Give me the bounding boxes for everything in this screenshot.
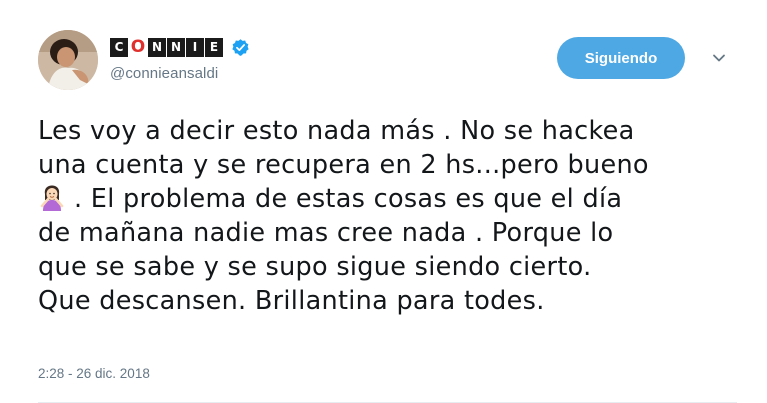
tweet-text-line: una cuenta y se recupera en 2 hs...pero … [38, 150, 649, 180]
name-letter: O [129, 36, 147, 57]
name-letter: E [205, 37, 223, 57]
tweet-timestamp[interactable]: 2:28 - 26 dic. 2018 [38, 366, 150, 381]
author-name-block: C O N N I E @connieansaldi [110, 36, 250, 82]
tweet-text-line: . El problema de estas cosas es que el d… [38, 182, 738, 216]
tweet-text-line: que se sabe y se supo sigue siendo ciert… [38, 252, 592, 282]
name-letter: I [186, 37, 204, 57]
display-name[interactable]: C O N N I E [110, 36, 250, 58]
chevron-down-icon[interactable] [711, 50, 727, 66]
avatar[interactable] [38, 30, 98, 90]
name-letter: N [167, 37, 185, 57]
tweet-text-line-content: . El problema de estas cosas es que el d… [74, 184, 623, 214]
verified-badge-icon [232, 38, 249, 56]
following-button[interactable]: Siguiendo [557, 37, 685, 79]
tweet-text-line: Les voy a decir esto nada más . No se ha… [38, 116, 635, 146]
woman-gesturing-ok-emoji-icon [40, 185, 64, 211]
tweet-text-line: de mañana nadie mas cree nada . Porque l… [38, 218, 614, 248]
tweet-header: C O N N I E @connieansaldi Siguiendo [38, 30, 737, 92]
tweet-card: C O N N I E @connieansaldi Siguiendo Les… [0, 0, 767, 403]
avatar-photo-icon [38, 30, 98, 90]
tweet-text: Les voy a decir esto nada más . No se ha… [38, 114, 738, 318]
tweet-text-line: Que descansen. Brillantina para todes. [38, 286, 545, 316]
author-handle[interactable]: @connieansaldi [110, 65, 250, 82]
name-letter: N [148, 37, 166, 57]
name-letter: C [110, 37, 128, 57]
